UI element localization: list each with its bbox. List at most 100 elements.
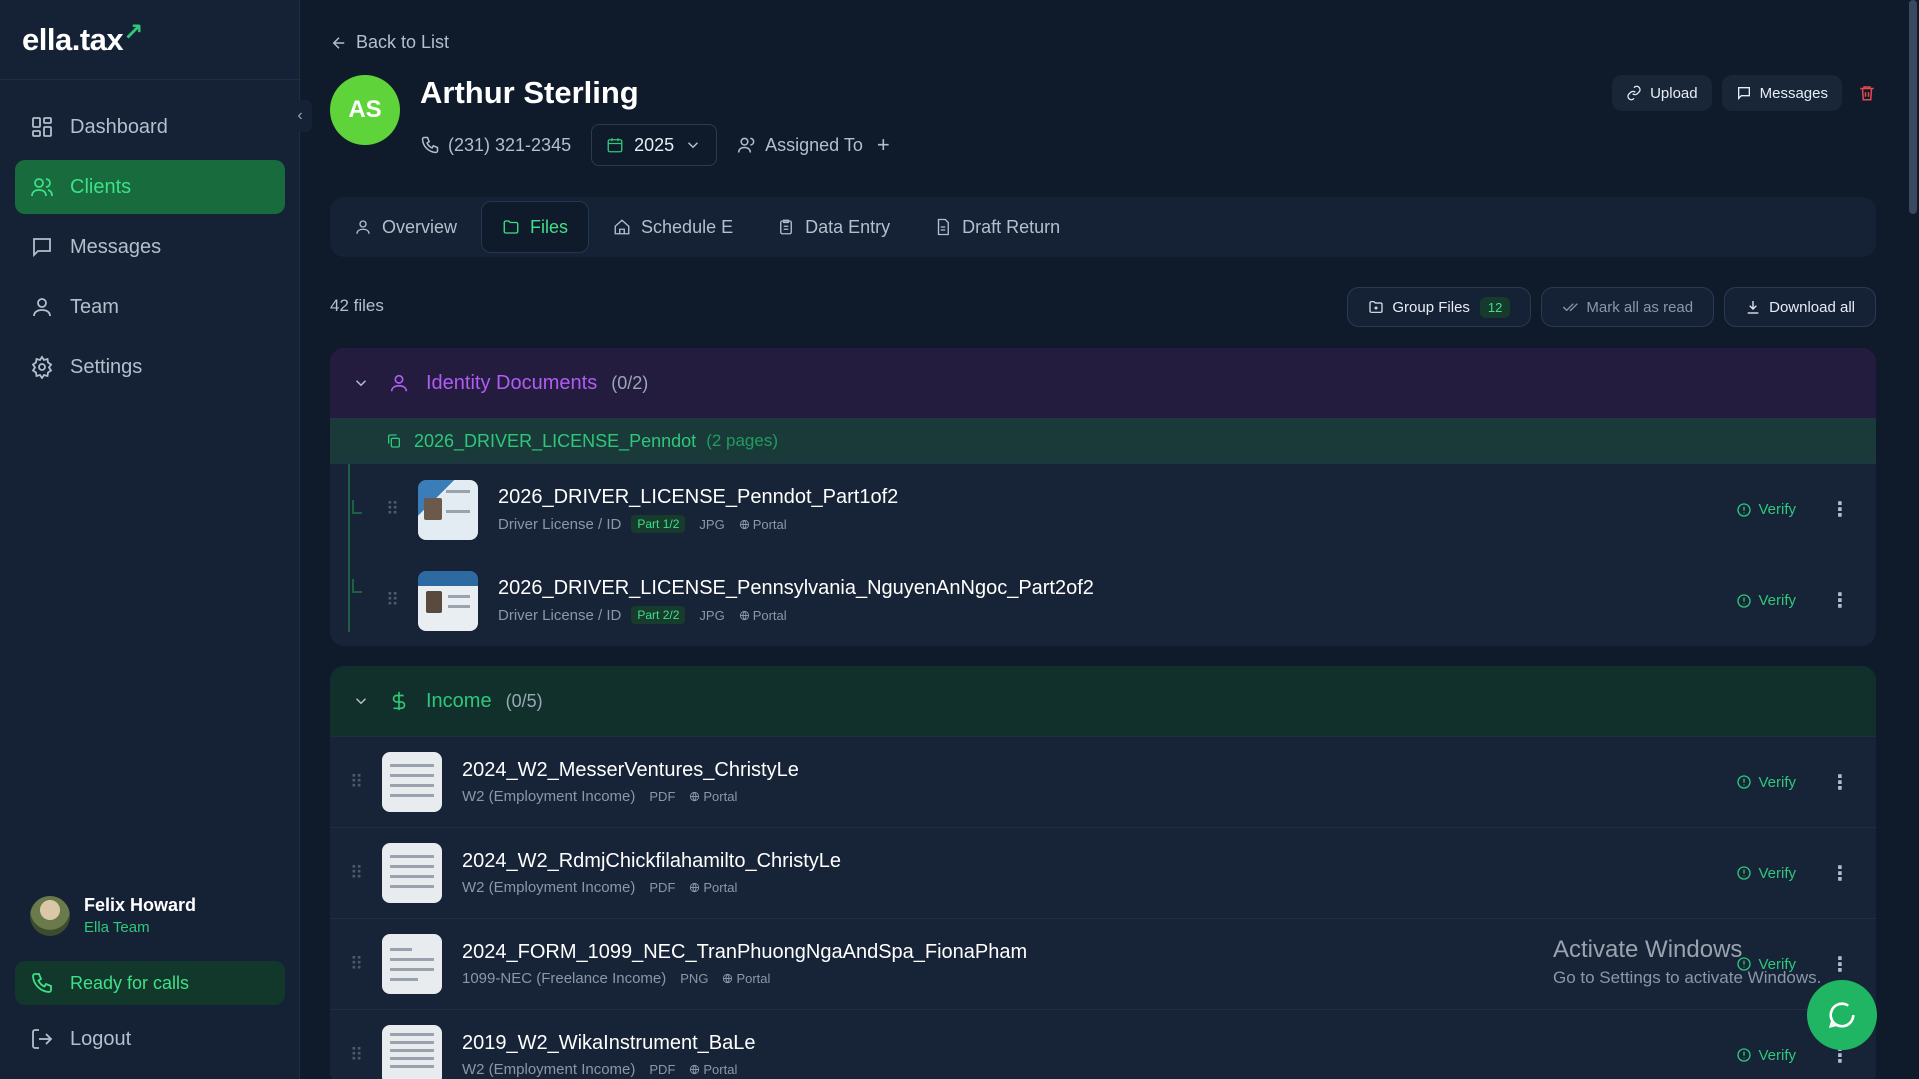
tab-overview[interactable]: Overview: [334, 201, 477, 253]
messages-button[interactable]: Messages: [1721, 75, 1842, 111]
group-header[interactable]: Identity Documents (0/2): [330, 348, 1876, 418]
sidebar-item-settings[interactable]: Settings: [15, 340, 285, 394]
group-header[interactable]: Income (0/5): [330, 666, 1876, 736]
file-bundle[interactable]: 2026_DRIVER_LICENSE_Penndot (2 pages): [330, 418, 1876, 464]
drag-handle-icon[interactable]: ⠿: [350, 863, 363, 884]
alert-circle-icon: [1737, 502, 1752, 517]
phone-icon: [421, 136, 439, 154]
file-source: Portal: [739, 608, 787, 623]
verify-button[interactable]: Verify: [1736, 1047, 1796, 1064]
part-badge: Part 1/2: [631, 515, 686, 533]
mark-all-read-button[interactable]: Mark all as read: [1541, 287, 1715, 327]
file-source: Portal: [689, 880, 737, 895]
file-row[interactable]: ⠿ 2019_W2_WikaInstrument_BaLe W2 (Employ…: [330, 1009, 1876, 1079]
logout-icon: [32, 1029, 53, 1049]
sidebar-item-dashboard[interactable]: Dashboard: [15, 100, 285, 154]
file-name[interactable]: 2024_FORM_1099_NEC_TranPhuongNgaAndSpa_F…: [462, 941, 1027, 964]
client-phone[interactable]: (231) 321-2345: [420, 135, 571, 156]
current-user[interactable]: Felix Howard Ella Team: [30, 895, 196, 936]
chevron-down-icon[interactable]: [352, 374, 370, 392]
clipboard-icon: [780, 219, 793, 235]
verify-button[interactable]: Verify: [1736, 774, 1796, 791]
app-logo[interactable]: ella.tax↗: [22, 19, 143, 58]
home-icon: [614, 219, 630, 235]
more-options-icon[interactable]: ⋮: [1830, 588, 1850, 613]
drag-handle-icon[interactable]: ⠿: [350, 954, 363, 975]
globe-icon: [739, 519, 749, 529]
group-files-button[interactable]: Group Files 12: [1347, 287, 1532, 327]
user-team: Ella Team: [84, 919, 150, 936]
collapse-sidebar-button[interactable]: ‹: [288, 100, 312, 132]
verify-button[interactable]: Verify: [1736, 592, 1796, 609]
tab-files[interactable]: Files: [481, 201, 590, 253]
chevron-down-icon: [688, 142, 699, 149]
tab-bar: Overview Files Schedule E Data Entry Dra…: [330, 197, 1876, 257]
year-value: 2025: [634, 134, 675, 155]
chat-button[interactable]: [1807, 980, 1877, 1050]
sidebar: ella.tax↗ Dashboard Clients Messages Tea…: [0, 0, 300, 1079]
more-options-icon[interactable]: ⋮: [1830, 497, 1850, 522]
group-income: Income (0/5) ⠿ 2024_W2_MesserVentures_Ch…: [330, 666, 1876, 1079]
chevron-down-icon[interactable]: [352, 692, 370, 710]
file-ext: JPG: [699, 516, 725, 532]
copy-icon: [388, 434, 400, 448]
user-name: Felix Howard: [84, 895, 197, 915]
group-title: Identity Documents: [426, 371, 598, 394]
scrollbar[interactable]: [1909, 0, 1917, 214]
file-type: W2 (Employment Income): [462, 788, 636, 805]
more-options-icon[interactable]: ⋮: [1830, 770, 1850, 795]
file-thumbnail: [418, 570, 478, 631]
sidebar-item-clients[interactable]: Clients: [15, 160, 285, 214]
tab-draft-return[interactable]: Draft Return: [914, 201, 1080, 253]
sidebar-item-messages[interactable]: Messages: [15, 220, 285, 274]
drag-handle-icon[interactable]: ⠿: [386, 499, 399, 520]
verify-button[interactable]: Verify: [1736, 501, 1796, 518]
tab-data-entry[interactable]: Data Entry: [757, 201, 910, 253]
file-type: W2 (Employment Income): [462, 1061, 636, 1078]
trash-icon[interactable]: [1858, 84, 1876, 102]
file-row[interactable]: ⠿ 2026_DRIVER_LICENSE_Penndot_Part1of2 D…: [330, 464, 1876, 555]
avatar: [30, 895, 70, 936]
document-icon: [937, 218, 950, 236]
more-options-icon[interactable]: ⋮: [1830, 952, 1850, 977]
add-assignee-icon[interactable]: +: [877, 132, 890, 158]
bundle-name: 2026_DRIVER_LICENSE_Penndot: [414, 430, 697, 451]
file-name[interactable]: 2019_W2_WikaInstrument_BaLe: [462, 1032, 756, 1055]
verify-button[interactable]: Verify: [1736, 865, 1796, 882]
back-to-list-link[interactable]: Back to List: [330, 32, 449, 53]
group-count: (0/2): [611, 372, 649, 393]
more-options-icon[interactable]: ⋮: [1830, 861, 1850, 886]
download-all-button[interactable]: Download all: [1724, 287, 1876, 327]
drag-handle-icon[interactable]: ⠿: [350, 772, 363, 793]
year-select[interactable]: 2025: [591, 124, 718, 166]
file-name[interactable]: 2024_W2_MesserVentures_ChristyLe: [462, 759, 799, 782]
file-source: Portal: [739, 517, 787, 532]
file-row[interactable]: ⠿ 2024_W2_MesserVentures_ChristyLe W2 (E…: [330, 736, 1876, 827]
message-icon: [33, 238, 51, 258]
file-row[interactable]: ⠿ 2024_W2_RdmjChickfilahamilto_ChristyLe…: [330, 827, 1876, 918]
logout-button[interactable]: Logout: [30, 1027, 131, 1051]
tab-schedule-e[interactable]: Schedule E: [593, 201, 753, 253]
ready-label: Ready for calls: [70, 972, 190, 993]
sidebar-item-label: Settings: [70, 355, 143, 378]
file-actions: Group Files 12 Mark all as read Download…: [1337, 287, 1876, 327]
file-name[interactable]: 2024_W2_RdmjChickfilahamilto_ChristyLe: [462, 850, 841, 873]
file-row[interactable]: ⠿ 2026_DRIVER_LICENSE_Pennsylvania_Nguye…: [330, 555, 1876, 646]
sidebar-item-team[interactable]: Team: [15, 280, 285, 334]
ready-for-calls-button[interactable]: Ready for calls: [15, 961, 285, 1005]
file-ext: PDF: [649, 1062, 676, 1077]
file-ext: PNG: [680, 971, 709, 986]
file-name[interactable]: 2026_DRIVER_LICENSE_Pennsylvania_NguyenA…: [498, 577, 1094, 600]
logo-arrow-icon: ↗: [123, 19, 143, 46]
file-name[interactable]: 2026_DRIVER_LICENSE_Penndot_Part1of2: [498, 486, 898, 509]
dashboard-icon: [32, 117, 52, 137]
assigned-to[interactable]: Assigned To +: [737, 132, 890, 158]
folder-icon: [503, 220, 519, 234]
upload-button[interactable]: Upload: [1612, 75, 1712, 111]
group-count: (0/5): [505, 690, 543, 711]
users-icon: [738, 137, 755, 153]
drag-handle-icon[interactable]: ⠿: [386, 590, 399, 611]
group-files-count: 12: [1479, 296, 1511, 318]
phone-icon: [32, 973, 52, 993]
drag-handle-icon[interactable]: ⠿: [350, 1045, 363, 1066]
